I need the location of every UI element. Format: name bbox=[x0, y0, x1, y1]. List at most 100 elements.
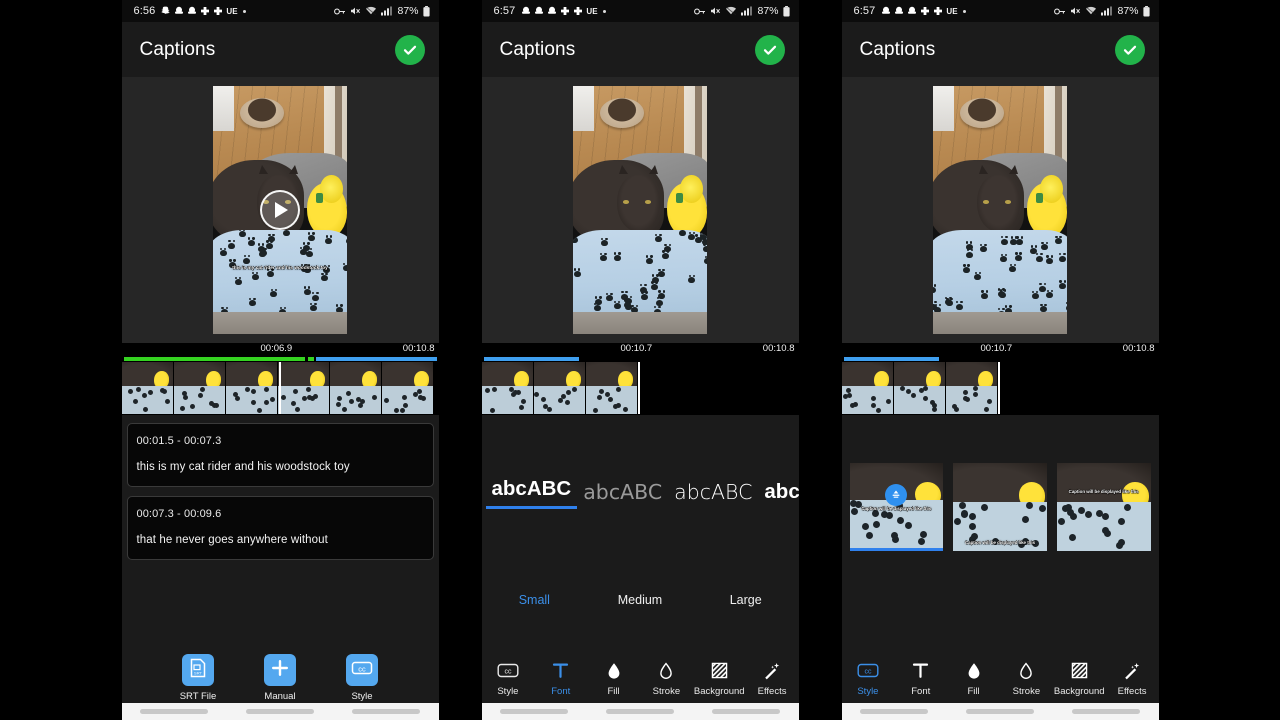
srt-file-button[interactable]: SRT SRT File bbox=[170, 654, 226, 702]
toolbar-label-stroke: Stroke bbox=[1013, 686, 1040, 697]
timeline[interactable]: 00:06.9 00:10.8 bbox=[122, 343, 439, 415]
font-size-small[interactable]: Small bbox=[482, 593, 588, 607]
font-sample-option[interactable]: abcABC bbox=[486, 477, 578, 509]
timeline-segment-blue[interactable] bbox=[484, 357, 579, 361]
battery-icon bbox=[1143, 6, 1150, 17]
font-size-medium[interactable]: Medium bbox=[587, 593, 693, 607]
font-sample-option[interactable]: abcA bbox=[758, 480, 798, 509]
toolbar-tab-font[interactable]: Font bbox=[894, 661, 947, 697]
app-icon bbox=[200, 6, 210, 16]
check-icon bbox=[1121, 41, 1139, 59]
timeline-segment-green-tail[interactable] bbox=[308, 357, 314, 361]
timeline-filmstrip[interactable] bbox=[482, 362, 799, 414]
video-preview-area[interactable] bbox=[482, 77, 799, 343]
home-pill[interactable] bbox=[246, 709, 314, 714]
done-button[interactable] bbox=[755, 35, 785, 65]
video-caption-overlay: this is my cat rider and his woodstock t… bbox=[213, 265, 347, 270]
paw-print bbox=[239, 231, 246, 237]
video-preview-area[interactable] bbox=[842, 77, 1159, 343]
toolbar-tab-style[interactable]: cc Style bbox=[842, 661, 895, 697]
paw-print bbox=[640, 287, 647, 293]
caption-card[interactable]: 00:07.3 - 00:09.6 that he never goes any… bbox=[127, 496, 434, 560]
paw-print bbox=[566, 390, 571, 395]
done-button[interactable] bbox=[395, 35, 425, 65]
video-player[interactable]: this is my cat rider and his woodstock t… bbox=[213, 86, 347, 334]
recents-pill[interactable] bbox=[140, 709, 208, 714]
timeline-segment-green[interactable] bbox=[124, 357, 305, 361]
svg-text:cc: cc bbox=[864, 669, 872, 676]
home-pill[interactable] bbox=[966, 709, 1034, 714]
style-preset-row[interactable]: Caption will be displayed like this Capt… bbox=[842, 463, 1159, 551]
font-size-row[interactable]: Small Medium Large bbox=[482, 593, 799, 607]
video-preview-area[interactable]: this is my cat rider and his woodstock t… bbox=[122, 77, 439, 343]
done-button[interactable] bbox=[1115, 35, 1145, 65]
caption-actions: SRT SRT File Manual cc Style bbox=[122, 654, 439, 702]
status-bar-system-icons: 87% bbox=[334, 5, 429, 17]
toolbar-tab-font[interactable]: Font bbox=[534, 661, 587, 697]
timeline[interactable]: 00:10.7 00:10.8 bbox=[482, 343, 799, 415]
toolbar-tab-style[interactable]: cc Style bbox=[482, 661, 535, 697]
play-button[interactable] bbox=[260, 190, 300, 230]
font-size-large[interactable]: Large bbox=[693, 593, 799, 607]
toolbar-label-effects: Effects bbox=[758, 686, 787, 697]
paw-print bbox=[1041, 244, 1048, 250]
screenshot-stage: 6:56 UE 87% Captions this is my cat ride… bbox=[0, 0, 1280, 720]
paw-print bbox=[1026, 502, 1033, 509]
recents-pill[interactable] bbox=[860, 709, 928, 714]
font-sample-option[interactable]: abcABC bbox=[577, 480, 668, 509]
toolbar-tab-background[interactable]: Background bbox=[1053, 661, 1106, 697]
status-bar-system-icons: 87% bbox=[694, 5, 789, 17]
style-preset[interactable]: Caption will be displayed like this bbox=[1057, 463, 1151, 551]
paw-print bbox=[923, 386, 928, 391]
recents-pill[interactable] bbox=[500, 709, 568, 714]
paw-print bbox=[270, 397, 275, 402]
font-sample-option[interactable]: abcABC bbox=[668, 480, 758, 509]
toolbar-tab-background[interactable]: Background bbox=[693, 661, 746, 697]
paw-print bbox=[235, 396, 240, 401]
timeline-segment-blue[interactable] bbox=[316, 357, 437, 361]
timeline-labels: 00:10.7 00:10.8 bbox=[842, 343, 1159, 357]
status-dot-icon bbox=[603, 10, 606, 13]
timeline-playhead[interactable] bbox=[998, 362, 1001, 414]
toolbar-tab-effects[interactable]: Effects bbox=[746, 661, 799, 697]
manual-button[interactable]: Manual bbox=[252, 654, 308, 702]
mute-icon bbox=[710, 6, 721, 16]
style-preset[interactable]: Caption will be displayed like this bbox=[850, 463, 944, 551]
status-bar-notification-icons: UE bbox=[881, 6, 966, 16]
timeline-playhead[interactable] bbox=[279, 362, 282, 414]
timeline-segment-blue[interactable] bbox=[844, 357, 939, 361]
toolbar-tab-effects[interactable]: Effects bbox=[1106, 661, 1159, 697]
toolbar-tab-stroke[interactable]: Stroke bbox=[1000, 661, 1053, 697]
toolbar-tab-fill[interactable]: Fill bbox=[947, 661, 1000, 697]
paw-print bbox=[1046, 258, 1053, 264]
woodstock-toy-head bbox=[680, 175, 703, 202]
paw-print bbox=[485, 388, 490, 393]
caption-text[interactable]: this is my cat rider and his woodstock t… bbox=[137, 461, 424, 473]
back-pill[interactable] bbox=[1072, 709, 1140, 714]
paw-print bbox=[336, 402, 341, 407]
home-pill[interactable] bbox=[606, 709, 674, 714]
paw-print bbox=[1118, 518, 1125, 525]
paw-print bbox=[312, 295, 319, 301]
paw-print bbox=[1036, 256, 1043, 262]
font-sample-row[interactable]: abcABC abcABC abcABC abcA bbox=[482, 477, 799, 509]
toolbar-tab-fill[interactable]: Fill bbox=[587, 661, 640, 697]
back-pill[interactable] bbox=[712, 709, 780, 714]
back-pill[interactable] bbox=[352, 709, 420, 714]
paw-print bbox=[984, 407, 989, 412]
timeline-filmstrip[interactable] bbox=[842, 362, 1159, 414]
caption-text[interactable]: that he never goes anywhere without bbox=[137, 534, 424, 546]
style-button[interactable]: cc Style bbox=[334, 654, 390, 702]
video-player[interactable] bbox=[573, 86, 707, 334]
paw-print bbox=[886, 399, 891, 404]
video-player[interactable] bbox=[933, 86, 1067, 334]
timeline-filmstrip[interactable] bbox=[122, 362, 439, 414]
paw-print bbox=[337, 396, 342, 401]
timeline-playhead[interactable] bbox=[638, 362, 641, 414]
caption-card[interactable]: 00:01.5 - 00:07.3 this is my cat rider a… bbox=[127, 423, 434, 487]
toolbar-label-style: Style bbox=[857, 686, 878, 697]
paw-print bbox=[688, 277, 695, 283]
toolbar-tab-stroke[interactable]: Stroke bbox=[640, 661, 693, 697]
style-preset[interactable]: Caption will be displayed like this bbox=[953, 463, 1047, 551]
timeline[interactable]: 00:10.7 00:10.8 bbox=[842, 343, 1159, 415]
